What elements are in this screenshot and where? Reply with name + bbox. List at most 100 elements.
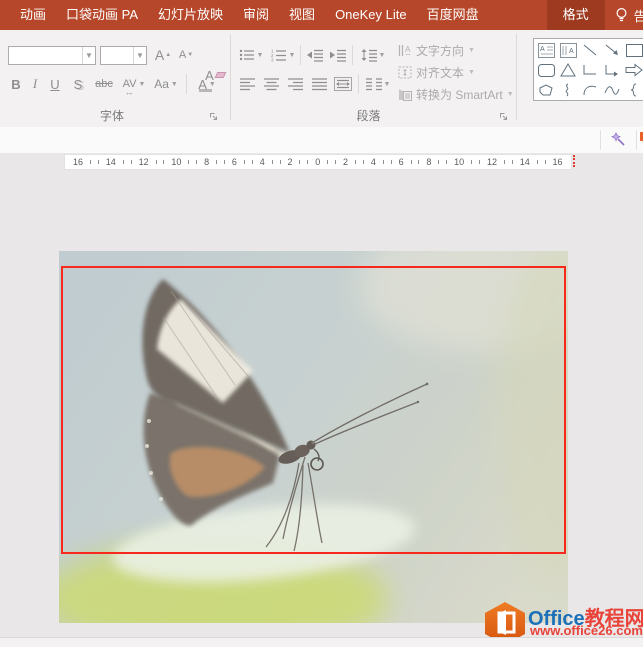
shape-textbox-horizontal[interactable]: A — [536, 41, 556, 59]
ruler-number: 14 — [105, 157, 116, 167]
convert-smartart-label: 转换为 SmartArt — [416, 88, 503, 102]
chevron-down-icon: ▼ — [288, 51, 296, 59]
shape-triangle[interactable] — [558, 61, 578, 79]
shape-freeform[interactable] — [536, 81, 556, 99]
shape-rounded-rectangle[interactable] — [536, 61, 556, 79]
ruler-tick — [243, 160, 245, 164]
shrink-font-glyph: A — [178, 49, 187, 61]
increase-indent-icon — [330, 49, 346, 62]
tab-format-active[interactable]: 格式 — [546, 0, 605, 30]
ruler-number: 12 — [486, 157, 497, 167]
columns-button[interactable]: ▼ — [363, 74, 393, 94]
slide-picture[interactable] — [59, 251, 568, 623]
text-shadow-button[interactable]: S — [71, 74, 85, 94]
bold-button[interactable]: B — [8, 74, 24, 94]
svg-text:A: A — [569, 48, 574, 55]
svg-text:3: 3 — [271, 58, 274, 63]
dialog-launcher-icon — [500, 113, 507, 120]
font-dialog-launcher[interactable] — [208, 111, 219, 122]
ruler-tick — [362, 160, 364, 164]
chevron-down-icon: ▼ — [378, 51, 386, 59]
chevron-down-icon: ▼ — [506, 91, 514, 98]
align-left-button[interactable] — [237, 74, 257, 94]
tell-me-control[interactable]: 告 — [615, 0, 643, 30]
shape-elbow-connector[interactable] — [580, 61, 600, 79]
text-direction-button[interactable]: A 文字方向 ▼ — [398, 41, 475, 60]
ribbon-tab[interactable]: 动画 — [10, 0, 56, 30]
underline-button[interactable]: U — [47, 74, 63, 94]
ruler-number: 8 — [204, 157, 210, 167]
chevron-down-icon[interactable]: ▼ — [133, 47, 146, 64]
increase-indent-button[interactable] — [328, 45, 348, 65]
distribute-text-button[interactable] — [331, 74, 355, 94]
strikethrough-glyph: abc — [95, 78, 113, 90]
shape-elbow-arrow-connector[interactable] — [602, 61, 622, 79]
numbering-button[interactable]: 123 ▼ — [269, 45, 297, 65]
align-text-button[interactable]: 对齐文本 ▼ — [398, 63, 475, 82]
align-left-icon — [239, 77, 255, 90]
justify-icon — [311, 77, 327, 90]
ribbon-tab[interactable]: 口袋动画 PA — [56, 0, 148, 30]
font-size-combobox[interactable]: ▼ — [100, 46, 147, 65]
font-color-button[interactable]: A ▼ — [192, 74, 222, 94]
shape-left-brace[interactable] — [624, 81, 643, 99]
shape-textbox-vertical[interactable]: A — [558, 41, 578, 59]
ribbon-tab[interactable]: 视图 — [279, 0, 325, 30]
chevron-down-icon: ▼ — [138, 80, 146, 88]
change-case-button[interactable]: Aa ▼ — [152, 74, 180, 94]
shape-arc[interactable] — [580, 81, 600, 99]
smartart-icon — [399, 89, 412, 101]
ruler-tick — [335, 160, 337, 164]
shapes-gallery: A A — [533, 38, 643, 101]
shrink-font-button[interactable]: A ▼ — [176, 45, 196, 65]
shape-scribble[interactable] — [558, 81, 578, 99]
shape-right-arrow[interactable] — [624, 61, 643, 79]
paragraph-dialog-launcher[interactable] — [498, 111, 509, 122]
convert-smartart-button[interactable]: 转换为 SmartArt ▼ — [398, 85, 514, 104]
decrease-indent-button[interactable] — [305, 45, 325, 65]
italic-button[interactable]: I — [29, 74, 41, 94]
distribute-text-icon — [334, 77, 352, 91]
shape-curve[interactable] — [602, 81, 622, 99]
bullets-button[interactable]: ▼ — [237, 45, 265, 65]
ribbon-tab[interactable]: 审阅 — [233, 0, 279, 30]
shape-line[interactable] — [580, 41, 600, 59]
selection-rectangle[interactable] — [61, 266, 566, 554]
dialog-launcher-icon — [210, 113, 217, 120]
ribbon-tab[interactable]: 百度网盘 — [417, 0, 489, 30]
columns-icon — [365, 77, 382, 90]
line-spacing-button[interactable]: ▼ — [358, 45, 388, 65]
justify-button[interactable] — [309, 74, 329, 94]
underline-glyph: U — [50, 76, 60, 92]
text-direction-icon: A — [398, 45, 411, 56]
character-spacing-button[interactable]: AV▼ — [119, 74, 149, 97]
ribbon-tab-bar: 动画 口袋动画 PA 幻灯片放映 审阅 视图 OneKey Lite 百度网盘 格式 告 — [0, 0, 643, 30]
font-color-glyph: A — [198, 76, 212, 92]
ruler-number: 0 — [315, 157, 321, 167]
horizontal-ruler[interactable]: 16 14 12 10 8 6 4 2 0 2 4 6 8 10 12 14 16 — [64, 154, 572, 170]
paragraph-group-label: 段落 — [356, 109, 381, 123]
magic-wand-button[interactable] — [605, 129, 631, 150]
slide-canvas[interactable]: 16 14 12 10 8 6 4 2 0 2 4 6 8 10 12 14 16 — [0, 153, 643, 647]
align-center-icon — [263, 77, 279, 90]
ruler-tick — [89, 160, 91, 164]
ruler-tick — [223, 160, 225, 164]
chevron-down-icon: ▼ — [468, 47, 475, 54]
grow-font-button[interactable]: A ▲ — [152, 45, 174, 65]
chevron-down-icon: ▼ — [256, 51, 264, 59]
ruler-tick — [163, 160, 165, 164]
align-right-button[interactable] — [285, 74, 305, 94]
align-center-button[interactable] — [261, 74, 281, 94]
ruler-tick — [327, 160, 329, 164]
chevron-down-icon[interactable]: ▼ — [82, 47, 95, 64]
ribbon-tab[interactable]: 幻灯片放映 — [148, 0, 233, 30]
strikethrough-button[interactable]: abc — [92, 74, 116, 94]
ribbon-tab[interactable]: OneKey Lite — [325, 0, 417, 30]
divider — [600, 130, 601, 150]
shape-rectangle[interactable] — [624, 41, 643, 59]
ruler-number: 14 — [519, 157, 530, 167]
ruler-tick — [544, 160, 546, 164]
shape-arrow[interactable] — [602, 41, 622, 59]
group-separator — [516, 34, 517, 120]
font-name-combobox[interactable]: ▼ — [8, 46, 96, 65]
